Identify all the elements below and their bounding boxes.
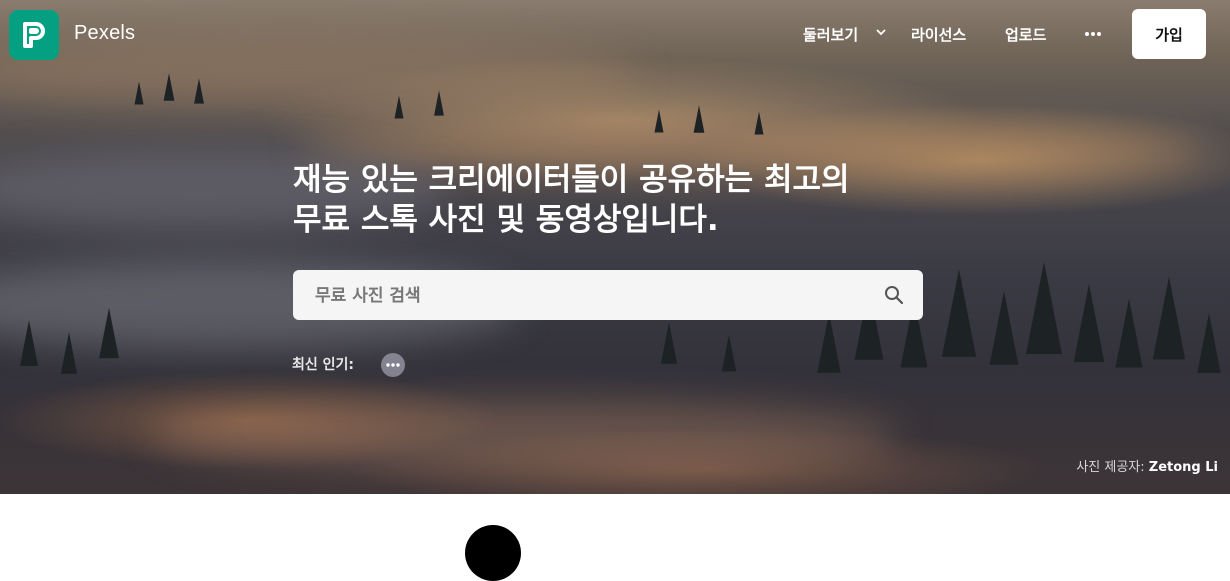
hero-headline: 재능 있는 크리에이터들이 공유하는 최고의 무료 스톡 사진 및 동영상입니다… xyxy=(293,160,933,240)
search-icon[interactable] xyxy=(884,285,904,305)
more-horizontal-icon xyxy=(386,363,400,367)
headline-line-2: 무료 스톡 사진 및 동영상입니다. xyxy=(293,202,719,238)
pexels-logo-icon xyxy=(23,22,45,48)
trending-more-button[interactable] xyxy=(381,353,405,377)
nav-browse[interactable]: 둘러보기 xyxy=(803,24,858,45)
content-peek-avatar xyxy=(465,525,521,581)
photo-credit[interactable]: 사진 제공자: Zetong Li xyxy=(1076,456,1218,475)
pexels-logo[interactable] xyxy=(9,10,59,60)
fog-layer xyxy=(0,40,640,110)
join-button[interactable]: 가입 xyxy=(1132,9,1206,59)
photo-credit-author[interactable]: Zetong Li xyxy=(1149,460,1218,475)
photo-credit-prefix: 사진 제공자: xyxy=(1076,460,1145,475)
search-bar[interactable] xyxy=(293,270,923,320)
fog-layer xyxy=(150,400,900,470)
search-input[interactable] xyxy=(313,282,877,310)
nav-upload[interactable]: 업로드 xyxy=(1005,24,1046,45)
brand-name[interactable]: Pexels xyxy=(74,22,135,45)
headline-line-1: 재능 있는 크리에이터들이 공유하는 최고의 xyxy=(293,162,850,198)
chevron-down-icon[interactable] xyxy=(876,29,886,36)
hero-banner: Pexels 둘러보기 라이선스 업로드 가입 재능 있는 크리에이터들이 공유… xyxy=(0,0,1230,494)
more-horizontal-icon[interactable] xyxy=(1084,31,1102,37)
trending-label: 최신 인기: xyxy=(292,357,354,373)
nav-license[interactable]: 라이선스 xyxy=(911,24,966,45)
